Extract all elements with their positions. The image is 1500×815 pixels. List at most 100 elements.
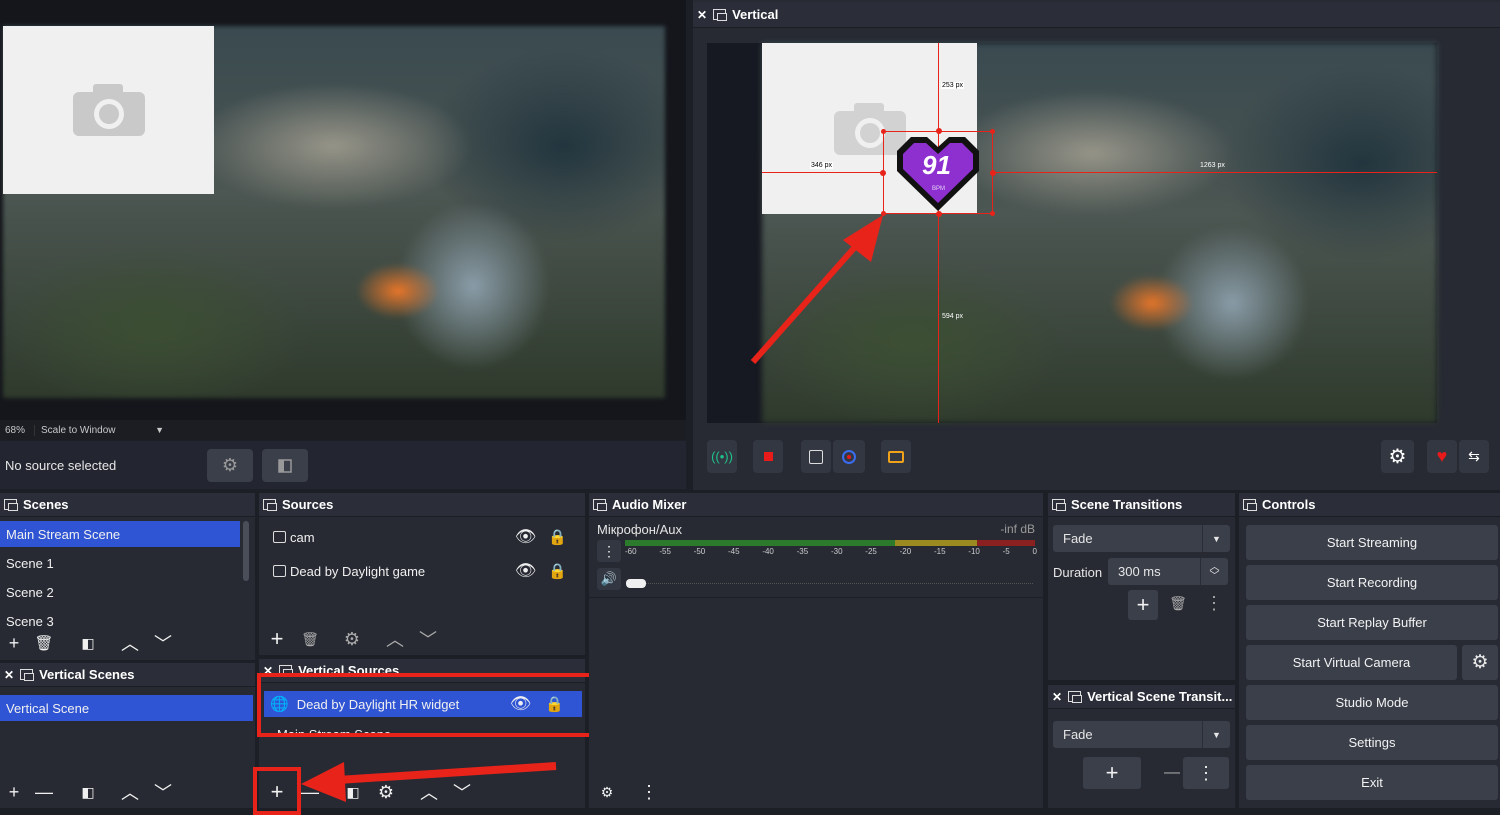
- meter-green: [625, 540, 895, 546]
- broadcast-icon: ((•)): [711, 449, 733, 464]
- measure-top: 253 px: [941, 82, 965, 89]
- annotation-arrow-widget: [750, 215, 883, 364]
- scenes-scrollbar[interactable]: [243, 521, 249, 581]
- vertical-replay-button[interactable]: [801, 440, 831, 473]
- resize-handle[interactable]: [990, 170, 996, 176]
- move-scene-up-button[interactable]: ︿: [116, 630, 144, 656]
- meter-tick: -30: [830, 547, 843, 556]
- add-vertical-transition-button[interactable]: +: [1083, 757, 1141, 789]
- add-vertical-scene-button[interactable]: +: [0, 779, 28, 805]
- vertical-menu-button[interactable]: ⇆: [1459, 440, 1489, 473]
- chevron-down-icon: ﹀: [419, 630, 437, 650]
- vertical-screenshot-button[interactable]: [881, 440, 911, 473]
- source-filters-button[interactable]: [262, 449, 308, 482]
- scene-item-scene-2[interactable]: Scene 2: [0, 579, 240, 605]
- mute-button[interactable]: 🔊: [597, 568, 621, 590]
- source-item-label: cam: [290, 529, 315, 545]
- visibility-icon[interactable]: 👁: [515, 527, 537, 547]
- settings-button[interactable]: Settings: [1246, 725, 1498, 760]
- volume-slider-handle[interactable]: [626, 579, 646, 588]
- remove-vertical-scene-button[interactable]: —: [30, 779, 58, 805]
- plus-icon: +: [1136, 592, 1150, 617]
- virtual-camera-settings-button[interactable]: ⚙: [1462, 645, 1498, 680]
- audio-channel-menu-button[interactable]: ⋮: [597, 540, 621, 562]
- scene-item-main-stream-scene[interactable]: Main Stream Scene: [0, 521, 240, 547]
- start-replay-buffer-button[interactable]: Start Replay Buffer: [1246, 605, 1498, 640]
- widget-selection-box[interactable]: 91 BPM: [880, 128, 996, 217]
- chevron-down-icon: ▼: [155, 425, 164, 435]
- close-icon[interactable]: ✕: [4, 668, 14, 682]
- resize-handle[interactable]: [880, 170, 886, 176]
- transition-value: Fade: [1063, 531, 1093, 546]
- remove-scene-button[interactable]: 🗑: [30, 630, 58, 656]
- resize-handle[interactable]: [881, 129, 886, 134]
- source-item-cam[interactable]: cam 👁 🔒: [267, 524, 567, 550]
- volume-meter: [625, 540, 1035, 546]
- move-vertical-scene-up-button[interactable]: ︿: [116, 779, 144, 805]
- add-scene-button[interactable]: +: [0, 630, 28, 656]
- window-icon: [1243, 499, 1257, 511]
- lock-icon[interactable]: 🔒: [548, 562, 567, 580]
- visibility-icon[interactable]: 👁: [515, 561, 537, 581]
- move-source-down-button[interactable]: ﹀: [414, 626, 442, 652]
- camera-icon: [72, 84, 145, 136]
- audio-mixer-menu-button[interactable]: ⋮: [635, 779, 663, 805]
- add-transition-button[interactable]: +: [1128, 590, 1158, 620]
- remove-transition-button[interactable]: 🗑: [1164, 590, 1192, 616]
- add-source-button[interactable]: +: [263, 626, 291, 652]
- studio-mode-button[interactable]: Studio Mode: [1246, 685, 1498, 720]
- vertical-donate-button[interactable]: ♥: [1427, 440, 1457, 473]
- scene-item-label: Scene 1: [6, 555, 54, 571]
- window-icon: [20, 669, 35, 681]
- advanced-audio-button[interactable]: ⚙: [593, 779, 621, 805]
- vertical-scenes-dock-title: ✕ Vertical Scenes: [0, 663, 255, 687]
- move-scene-down-button[interactable]: ﹀: [149, 630, 177, 656]
- transition-menu-button[interactable]: ⋮: [1200, 590, 1228, 616]
- volume-slider-track[interactable]: [627, 583, 1033, 584]
- move-vertical-scene-down-button[interactable]: ﹀: [149, 779, 177, 805]
- window-icon: [263, 499, 277, 511]
- start-virtual-camera-button[interactable]: Start Virtual Camera: [1246, 645, 1457, 680]
- start-recording-button[interactable]: Start Recording: [1246, 565, 1498, 600]
- lock-icon[interactable]: 🔒: [548, 528, 567, 546]
- close-icon[interactable]: ✕: [697, 8, 707, 22]
- audio-mixer-divider: [589, 597, 1043, 598]
- vertical-stream-button[interactable]: ((•)): [707, 440, 737, 473]
- vertical-record-button[interactable]: [753, 440, 783, 473]
- scene-filters-button[interactable]: ◧: [74, 630, 102, 656]
- audio-mixer-dock: Audio Mixer Мікрофон/Aux -inf dB ⋮ -60 -…: [589, 493, 1043, 808]
- vertical-transition-menu-button[interactable]: ⋮: [1183, 757, 1229, 789]
- start-streaming-button[interactable]: Start Streaming: [1246, 525, 1498, 560]
- scale-mode-select[interactable]: Scale to Window ▼: [34, 424, 164, 436]
- move-source-up-button[interactable]: ︿: [381, 626, 409, 652]
- source-properties-button[interactable]: ⚙: [338, 626, 366, 652]
- resize-handle[interactable]: [990, 211, 995, 216]
- source-item-dbd-game[interactable]: Dead by Daylight game 👁 🔒: [267, 558, 567, 584]
- exit-button[interactable]: Exit: [1246, 765, 1498, 800]
- scene-transitions-title: Scene Transitions: [1071, 497, 1183, 512]
- transition-select[interactable]: Fade ▼: [1053, 525, 1230, 552]
- meter-red: [977, 540, 1035, 546]
- close-icon[interactable]: ✕: [1052, 690, 1062, 704]
- resize-handle[interactable]: [990, 129, 995, 134]
- vertical-scene-filters-button[interactable]: ◧: [74, 779, 102, 805]
- vertical-transition-select[interactable]: Fade ▼: [1053, 721, 1230, 748]
- duration-input[interactable]: 300 ms ︿ ﹀: [1108, 558, 1228, 585]
- vertical-dock-title: ✕ Vertical: [693, 2, 1500, 28]
- vertical-settings-button[interactable]: ⚙: [1381, 440, 1414, 473]
- remove-source-button[interactable]: 🗑: [296, 626, 324, 652]
- source-properties-button[interactable]: ⚙: [207, 449, 253, 482]
- vertical-scene-item[interactable]: Vertical Scene: [0, 695, 253, 721]
- vertical-title: Vertical: [732, 7, 779, 22]
- scene-item-scene-1[interactable]: Scene 1: [0, 550, 240, 576]
- vertical-virtualcam-button[interactable]: [833, 440, 865, 473]
- plus-icon: +: [270, 626, 284, 651]
- resize-handle[interactable]: [936, 128, 942, 134]
- stepper-icon[interactable]: ︿ ﹀: [1200, 558, 1228, 585]
- chevron-up-icon: ︿: [121, 783, 139, 803]
- scenes-dock: Scenes Main Stream Scene Scene 1 Scene 2…: [0, 493, 255, 660]
- square-icon: [809, 449, 823, 464]
- plus-icon: +: [8, 632, 20, 653]
- main-preview[interactable]: [0, 0, 686, 420]
- resize-handle[interactable]: [936, 211, 942, 217]
